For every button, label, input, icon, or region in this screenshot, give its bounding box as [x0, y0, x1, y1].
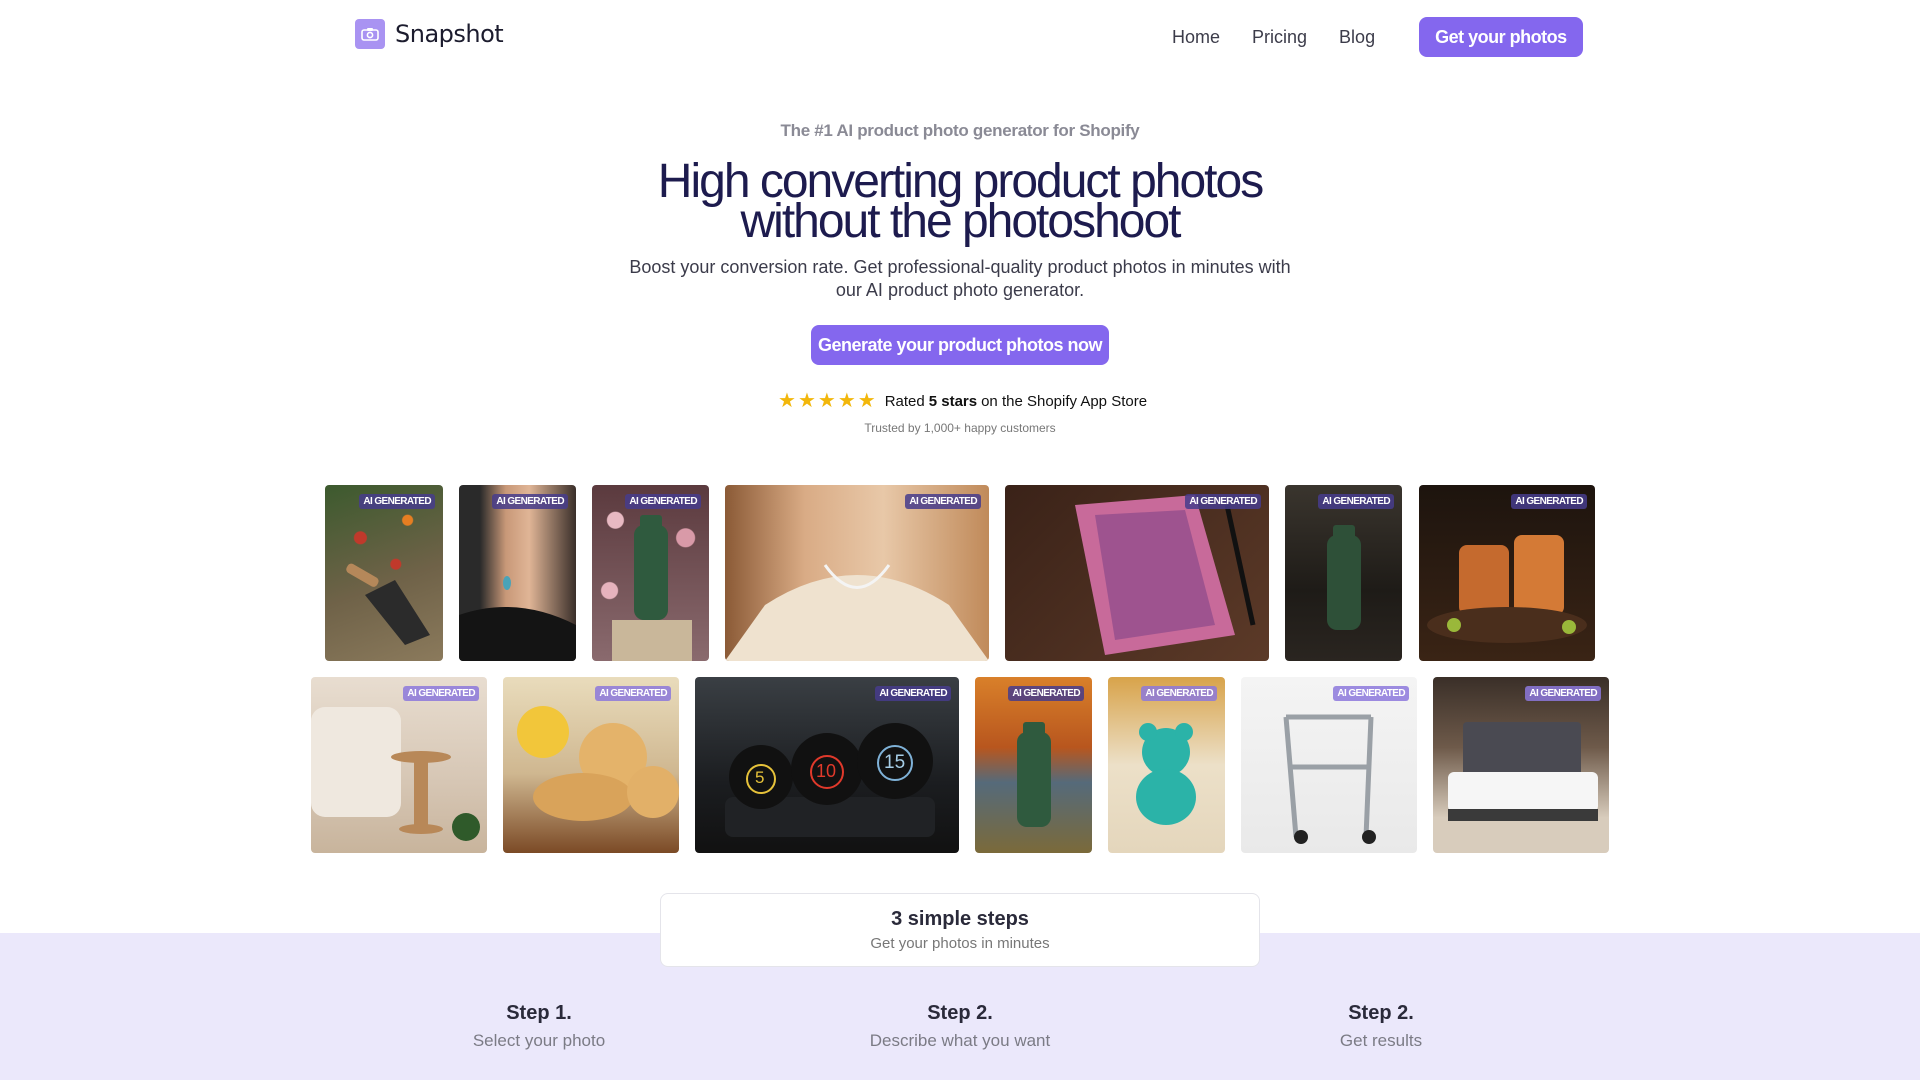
- ai-generated-badge: AI GENERATED: [1525, 686, 1601, 701]
- hero-subhead: Boost your conversion rate. Get professi…: [629, 257, 1291, 300]
- ai-generated-badge: AI GENERATED: [1333, 686, 1409, 701]
- nav-link-home[interactable]: Home: [1172, 19, 1220, 55]
- hero-headline: High converting product photos without t…: [0, 158, 1920, 246]
- step-3: Step 2. Get results: [1231, 1002, 1531, 1051]
- star-icon: ★: [797, 390, 816, 412]
- kettlebell-label-10: 10: [816, 761, 837, 781]
- steps-title: 3 simple steps: [891, 908, 1029, 930]
- ai-generated-badge: AI GENERATED: [492, 494, 568, 509]
- gallery-image-necklace: AI GENERATED: [725, 485, 989, 661]
- step-2: Step 2. Describe what you want: [810, 1002, 1110, 1051]
- app-store-rating: ★ ★ ★ ★ ★ Rated 5 stars on the Shopify A…: [778, 391, 1147, 411]
- gallery-image-bottle-dark: AI GENERATED: [1285, 485, 1402, 661]
- star-icon: ★: [837, 390, 856, 412]
- get-photos-button[interactable]: Get your photos: [1419, 17, 1583, 57]
- step-description: Get results: [1339, 1031, 1423, 1050]
- brand-name: Snapshot: [395, 20, 504, 48]
- ai-generated-badge: AI GENERATED: [1511, 494, 1587, 509]
- gallery-image-kettlebells: AI GENERATED 5 10 15: [695, 677, 959, 853]
- rating-suffix: on the Shopify App Store: [981, 392, 1148, 410]
- steps-header-card: 3 simple steps Get your photos in minute…: [660, 893, 1260, 967]
- star-icon: ★: [857, 390, 876, 412]
- gallery-image-teddy-bear: AI GENERATED: [1108, 677, 1225, 853]
- trusted-text: Trusted by 1,000+ happy customers: [864, 421, 1056, 435]
- ai-generated-badge: AI GENERATED: [595, 686, 671, 701]
- main-nav: Home Pricing Blog Get your photos: [1172, 17, 1583, 57]
- ai-generated-badge: AI GENERATED: [875, 686, 951, 701]
- gallery-image-bottle-flowers: AI GENERATED: [592, 485, 709, 661]
- gallery-image-copper-mugs: AI GENERATED: [1419, 485, 1595, 661]
- gallery-image-trowel: AI GENERATED: [325, 485, 443, 661]
- ai-generated-badge: AI GENERATED: [625, 494, 701, 509]
- step-title: Step 1.: [506, 1002, 572, 1024]
- kettlebell-label-15: 15: [884, 752, 906, 773]
- rating-prefix: Rated: [884, 392, 925, 410]
- generate-photos-button[interactable]: Generate your product photos now: [811, 325, 1109, 365]
- gallery-image-cookies: AI GENERATED: [503, 677, 679, 853]
- star-icon: ★: [778, 390, 796, 412]
- camera-icon: [355, 19, 385, 49]
- step-description: Select your photo: [472, 1031, 606, 1050]
- ai-generated-badge: AI GENERATED: [1185, 494, 1261, 509]
- ai-generated-badge: AI GENERATED: [1008, 686, 1084, 701]
- step-description: Describe what you want: [869, 1031, 1051, 1050]
- steps-subtitle: Get your photos in minutes: [870, 935, 1050, 952]
- ai-generated-badge: AI GENERATED: [1141, 686, 1217, 701]
- brand-logo[interactable]: Snapshot: [355, 19, 504, 49]
- gallery-image-bottle-autumn: AI GENERATED: [975, 677, 1092, 853]
- gallery-image-notebook: AI GENERATED: [1005, 485, 1269, 661]
- ai-generated-badge: AI GENERATED: [359, 494, 435, 509]
- ai-generated-badge: AI GENERATED: [905, 494, 981, 509]
- nav-link-pricing[interactable]: Pricing: [1252, 19, 1307, 55]
- rating-bold: 5 stars: [928, 392, 978, 410]
- ai-generated-badge: AI GENERATED: [1318, 494, 1394, 509]
- gallery-image-earring: AI GENERATED: [459, 485, 576, 661]
- nav-link-blog[interactable]: Blog: [1339, 19, 1375, 55]
- rating-stars: ★ ★ ★ ★ ★: [778, 391, 876, 411]
- gallery-image-side-table: AI GENERATED: [311, 677, 487, 853]
- gallery-image-mattress: AI GENERATED: [1433, 677, 1609, 853]
- ai-generated-badge: AI GENERATED: [403, 686, 479, 701]
- site-header: Snapshot Home Pricing Blog Get your phot…: [0, 0, 1920, 70]
- step-title: Step 2.: [1348, 1002, 1414, 1024]
- step-1: Step 1. Select your photo: [389, 1002, 689, 1051]
- step-title: Step 2.: [927, 1002, 993, 1024]
- gallery-image-walker: AI GENERATED: [1241, 677, 1417, 853]
- star-icon: ★: [817, 390, 836, 412]
- hero-eyebrow: The #1 AI product photo generator for Sh…: [780, 121, 1140, 140]
- headline-line-2: without the photoshoot: [740, 195, 1181, 248]
- kettlebell-label-5: 5: [755, 768, 765, 787]
